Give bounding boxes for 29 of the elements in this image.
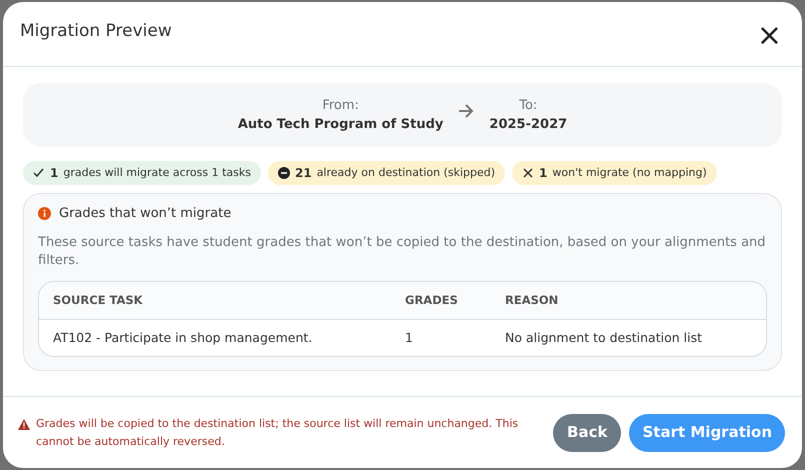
start-button[interactable]: Start Migration (629, 414, 785, 452)
chip-label: already on destination (skipped) (316, 164, 496, 181)
column-header: REASON (505, 292, 560, 310)
table-cell-text: AT102 - Participate in shop management. (53, 328, 314, 347)
from-value: Auto Tech Program of Study (238, 116, 444, 134)
from-label: From: (322, 96, 359, 114)
dialog-title: Migration Preview (20, 20, 172, 44)
back-button[interactable]: Back (553, 414, 622, 452)
minus-circle-icon (278, 167, 290, 179)
chip-label: won't migrate (no mapping) (552, 164, 707, 181)
to-value: 2025-2027 (489, 116, 568, 134)
arrow-icon (457, 103, 476, 119)
cross-icon (522, 167, 534, 179)
column-header: GRADES (405, 292, 459, 310)
to-label: To: (519, 96, 538, 114)
table-cell-text: 1 (405, 328, 414, 347)
warning-text: Grades will be copied to the destination list; the source list will remain unchanged. This cannot be automatically reversed. (36, 416, 520, 450)
chip-count: 1 (539, 165, 548, 182)
close-button[interactable]: × (754, 21, 784, 51)
table-cell-text: No alignment to destination list (505, 328, 703, 347)
chip-count: 21 (294, 165, 312, 182)
check-icon (33, 167, 45, 179)
column-header: SOURCE TASK (53, 292, 144, 310)
info-icon (38, 207, 51, 220)
chip-label: grades will migrate across 1 tasks (63, 164, 251, 181)
panel-description: These source tasks have student grades that won’t be copied to the destination, based on your alignments and filters. (38, 234, 767, 270)
chip-count: 1 (50, 165, 58, 182)
panel-title: Grades that won’t migrate (59, 205, 232, 223)
warning-icon (18, 418, 30, 430)
